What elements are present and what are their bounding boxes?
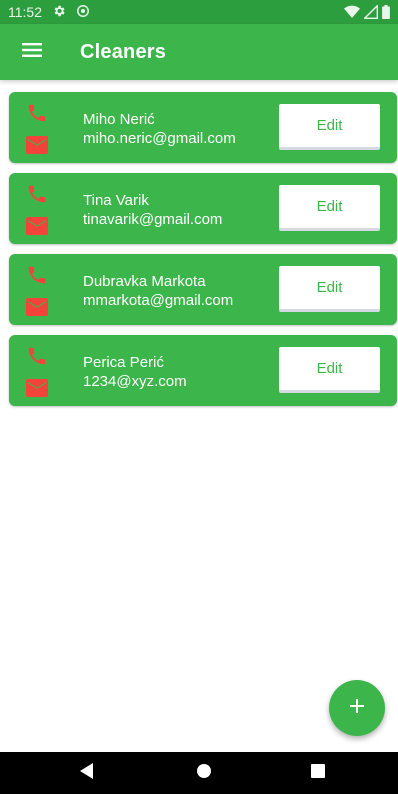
add-cleaner-button[interactable] <box>329 680 385 736</box>
cleaner-list: Miho Nerić miho.neric@gmail.com Edit Tin… <box>9 92 397 416</box>
cleaner-info: Tina Varik tinavarik@gmail.com <box>83 191 222 229</box>
page-title: Cleaners <box>80 40 167 63</box>
back-icon <box>80 762 94 784</box>
cleaner-card: Dubravka Markota mmarkota@gmail.com Edit <box>9 254 397 325</box>
cleaner-info: Miho Nerić miho.neric@gmail.com <box>83 110 236 148</box>
cleaner-name: Perica Perić <box>83 354 164 371</box>
email-icon[interactable] <box>26 136 48 154</box>
cleaner-card: Tina Varik tinavarik@gmail.com Edit <box>9 173 397 244</box>
menu-button[interactable] <box>4 24 60 80</box>
email-icon[interactable] <box>26 379 48 397</box>
phone-icon[interactable] <box>26 264 48 286</box>
hamburger-menu-icon <box>22 42 42 63</box>
cleaner-email: miho.neric@gmail.com <box>83 130 236 147</box>
signal-icon <box>364 5 378 19</box>
cleaner-email: 1234@xyz.com <box>83 373 187 390</box>
vpn-icon <box>76 4 90 21</box>
settings-icon <box>52 4 66 21</box>
status-bar: 11:52 <box>0 0 398 24</box>
home-button[interactable] <box>174 752 234 794</box>
cleaner-name: Tina Varik <box>83 192 149 209</box>
edit-button[interactable]: Edit <box>279 104 380 150</box>
phone-icon[interactable] <box>26 102 48 124</box>
status-right <box>344 5 390 19</box>
navigation-bar <box>0 752 398 794</box>
cleaner-info: Perica Perić 1234@xyz.com <box>83 353 187 391</box>
cleaner-name: Dubravka Markota <box>83 273 206 290</box>
edit-button[interactable]: Edit <box>279 347 380 393</box>
home-icon <box>196 763 212 784</box>
status-left: 11:52 <box>8 4 90 21</box>
cleaner-card: Perica Perić 1234@xyz.com Edit <box>9 335 397 406</box>
back-button[interactable] <box>57 752 117 794</box>
cleaner-name: Miho Nerić <box>83 111 155 128</box>
app-bar: Cleaners <box>0 24 398 80</box>
email-icon[interactable] <box>26 217 48 235</box>
cleaner-email: tinavarik@gmail.com <box>83 211 223 228</box>
cleaner-email: mmarkota@gmail.com <box>83 292 234 309</box>
battery-icon <box>382 5 390 19</box>
edit-button[interactable]: Edit <box>279 185 380 231</box>
cleaners-screen: 11:52 Cleaners Miho Nerić miho.neric@gma… <box>0 0 398 794</box>
recents-button[interactable] <box>288 752 348 794</box>
recents-icon <box>311 763 325 783</box>
phone-icon[interactable] <box>26 183 48 205</box>
phone-icon[interactable] <box>26 345 48 367</box>
wifi-icon <box>344 5 360 19</box>
status-time: 11:52 <box>8 4 42 20</box>
add-icon <box>349 698 365 719</box>
email-icon[interactable] <box>26 298 48 316</box>
cleaner-card: Miho Nerić miho.neric@gmail.com Edit <box>9 92 397 163</box>
cleaner-info: Dubravka Markota mmarkota@gmail.com <box>83 272 233 310</box>
edit-button[interactable]: Edit <box>279 266 380 312</box>
